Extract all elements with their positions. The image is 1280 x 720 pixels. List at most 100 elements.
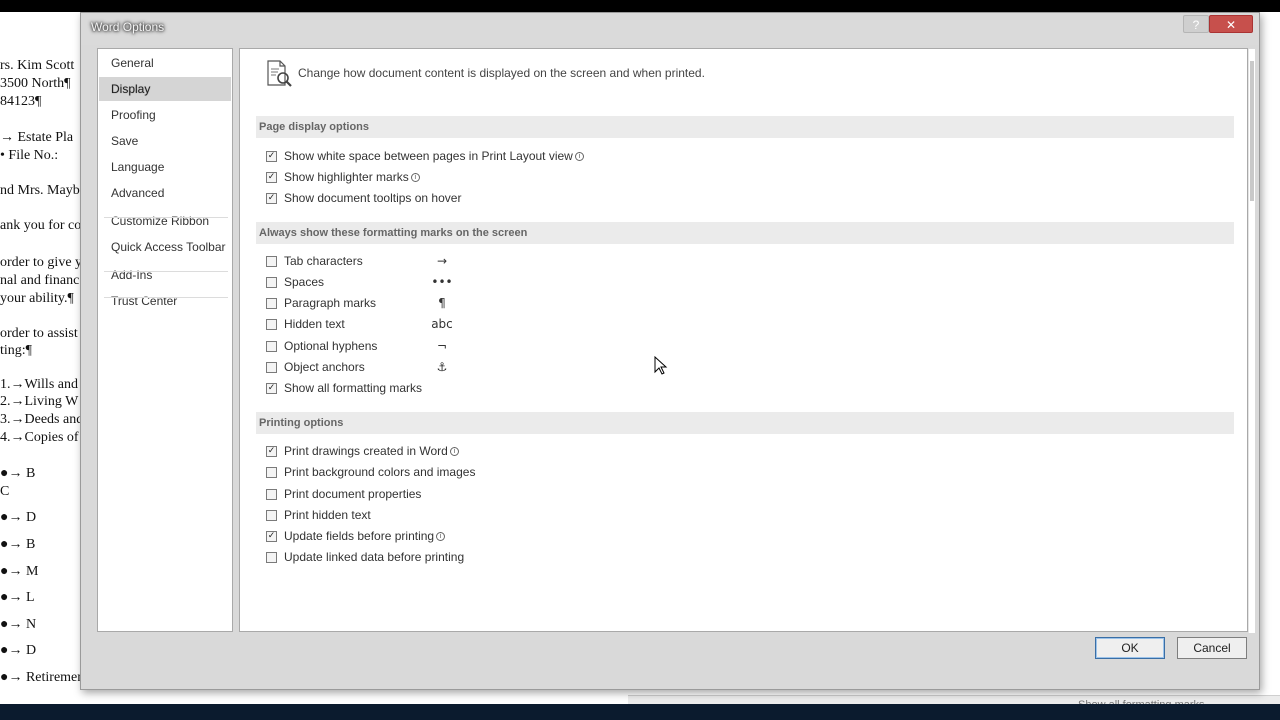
dialog-titlebar[interactable]: Word Options ? ✕ bbox=[81, 13, 1259, 45]
option-row[interactable]: Optional hyphens bbox=[266, 337, 377, 355]
option-row[interactable]: Spaces bbox=[266, 273, 324, 291]
document-line: 3.→Deeds and bbox=[0, 412, 84, 427]
taskbar-strip bbox=[0, 704, 1280, 720]
document-line: 84123¶ bbox=[0, 94, 42, 109]
document-line: ●→ D bbox=[0, 510, 37, 525]
option-checkbox[interactable] bbox=[266, 297, 277, 309]
document-line: ●→ B bbox=[0, 537, 36, 552]
option-checkbox[interactable] bbox=[266, 361, 277, 373]
option-row[interactable]: Print document properties bbox=[266, 485, 421, 503]
option-checkbox[interactable] bbox=[266, 318, 277, 330]
nav-item-customize-ribbon[interactable]: Customize Ribbon bbox=[99, 209, 231, 233]
word-options-dialog: Word Options ? ✕ General Display Proofing S… bbox=[80, 12, 1260, 690]
document-line: 4.→Copies of bbox=[0, 430, 79, 445]
panel-scrollbar[interactable] bbox=[1248, 49, 1255, 633]
option-checkbox[interactable] bbox=[266, 466, 277, 478]
option-row[interactable]: Paragraph marks bbox=[266, 294, 376, 312]
option-row[interactable]: Print background colors and images bbox=[266, 463, 475, 481]
option-row[interactable]: ✓ Show highlighter marks i bbox=[266, 168, 420, 186]
option-row[interactable]: Tab characters bbox=[266, 252, 363, 270]
option-label[interactable]: Spaces bbox=[284, 275, 324, 289]
option-row[interactable]: ✓ Show document tooltips on hover bbox=[266, 189, 461, 207]
scrollbar-thumb[interactable] bbox=[1250, 61, 1254, 201]
nav-separator bbox=[104, 297, 228, 298]
nav-item-general[interactable]: General bbox=[99, 51, 231, 75]
option-label[interactable]: Object anchors bbox=[284, 360, 365, 374]
options-category-list: General Display Proofing Save Language Advanc… bbox=[97, 48, 233, 632]
document-line: order to assist bbox=[0, 326, 78, 341]
formatting-mark-symbol: ¶ bbox=[438, 296, 446, 310]
option-checkbox[interactable]: ✓ bbox=[266, 530, 277, 542]
option-row[interactable]: ✓ Update fields before printing i bbox=[266, 527, 446, 545]
display-page-icon bbox=[267, 60, 292, 87]
document-line: ting:¶ bbox=[0, 343, 33, 358]
formatting-mark-symbol: ¬ bbox=[436, 339, 448, 353]
dialog-title: Word Options bbox=[91, 20, 165, 34]
document-line: ank you for co bbox=[0, 218, 82, 233]
option-checkbox[interactable] bbox=[266, 551, 277, 563]
option-row[interactable]: ✓ Print drawings created in Word i bbox=[266, 442, 459, 460]
option-checkbox[interactable] bbox=[266, 255, 277, 267]
cancel-button[interactable]: Cancel bbox=[1177, 637, 1247, 659]
option-label[interactable]: Print hidden text bbox=[284, 508, 371, 522]
nav-item-advanced[interactable]: Advanced bbox=[99, 181, 231, 205]
option-row[interactable]: Update linked data before printing bbox=[266, 548, 464, 566]
option-checkbox[interactable]: ✓ bbox=[266, 445, 277, 457]
option-label[interactable]: Tab characters bbox=[284, 254, 363, 268]
option-label[interactable]: Show white space between pages in Print … bbox=[284, 149, 573, 163]
option-row[interactable]: Hidden text bbox=[266, 315, 345, 333]
option-label[interactable]: Update linked data before printing bbox=[284, 550, 464, 564]
document-line: 2.→Living W bbox=[0, 394, 79, 409]
formatting-mark-symbol: abc bbox=[431, 317, 453, 331]
nav-item-add-ins[interactable]: Add-Ins bbox=[99, 263, 231, 287]
option-label[interactable]: Hidden text bbox=[284, 317, 345, 331]
formatting-mark-symbol: ⚓ bbox=[436, 360, 448, 374]
option-label[interactable]: Optional hyphens bbox=[284, 339, 377, 353]
display-options-panel: Change how document content is displayed… bbox=[239, 48, 1255, 633]
section-header: Always show these formatting marks on th… bbox=[256, 222, 1234, 244]
help-button[interactable]: ? bbox=[1183, 15, 1209, 33]
option-checkbox[interactable] bbox=[266, 340, 277, 352]
option-label[interactable]: Show highlighter marks bbox=[284, 170, 409, 184]
close-button[interactable]: ✕ bbox=[1209, 15, 1253, 33]
info-icon: i bbox=[449, 446, 459, 456]
option-label[interactable]: Show all formatting marks bbox=[284, 381, 422, 395]
document-line: 1.→Wills and bbox=[0, 377, 78, 392]
nav-item-quick-access-toolbar[interactable]: Quick Access Toolbar bbox=[99, 235, 231, 259]
document-line: ●→ B bbox=[0, 466, 36, 481]
option-row[interactable]: Print hidden text bbox=[266, 506, 371, 524]
section-header: Printing options bbox=[256, 412, 1234, 434]
nav-separator bbox=[104, 271, 228, 272]
option-label[interactable]: Show document tooltips on hover bbox=[284, 191, 461, 205]
option-label[interactable]: Paragraph marks bbox=[284, 296, 376, 310]
option-checkbox[interactable] bbox=[266, 276, 277, 288]
nav-item-language[interactable]: Language bbox=[99, 155, 231, 179]
option-row[interactable]: ✓ Show all formatting marks bbox=[266, 379, 422, 397]
document-line: C bbox=[0, 484, 10, 499]
document-line: ●→ N bbox=[0, 617, 37, 632]
option-checkbox[interactable]: ✓ bbox=[266, 150, 277, 162]
document-line: • File No.: bbox=[0, 148, 59, 163]
option-label[interactable]: Update fields before printing bbox=[284, 529, 434, 543]
document-line: 3500 North¶ bbox=[0, 76, 71, 91]
nav-item-proofing[interactable]: Proofing bbox=[99, 103, 231, 127]
option-checkbox[interactable]: ✓ bbox=[266, 171, 277, 183]
option-checkbox[interactable] bbox=[266, 509, 277, 521]
panel-intro-text: Change how document content is displayed… bbox=[298, 66, 705, 80]
option-checkbox[interactable]: ✓ bbox=[266, 192, 277, 204]
screen: Show all formatting marks rs. Kim Scott 3… bbox=[0, 0, 1280, 720]
ok-button[interactable]: OK bbox=[1095, 637, 1165, 659]
option-label[interactable]: Print document properties bbox=[284, 487, 421, 501]
info-icon: i bbox=[410, 172, 420, 182]
document-line: → Estate Pla bbox=[0, 130, 74, 145]
option-label[interactable]: Print drawings created in Word bbox=[284, 444, 448, 458]
option-row[interactable]: ✓ Show white space between pages in Print… bbox=[266, 147, 584, 165]
option-checkbox[interactable] bbox=[266, 488, 277, 500]
document-line: order to give y bbox=[0, 255, 83, 270]
option-label[interactable]: Print background colors and images bbox=[284, 465, 475, 479]
option-row[interactable]: Object anchors bbox=[266, 358, 365, 376]
option-checkbox[interactable]: ✓ bbox=[266, 382, 277, 394]
nav-item-trust-center[interactable]: Trust Center bbox=[99, 289, 231, 313]
nav-item-display[interactable]: Display bbox=[99, 77, 231, 101]
nav-item-save[interactable]: Save bbox=[99, 129, 231, 153]
